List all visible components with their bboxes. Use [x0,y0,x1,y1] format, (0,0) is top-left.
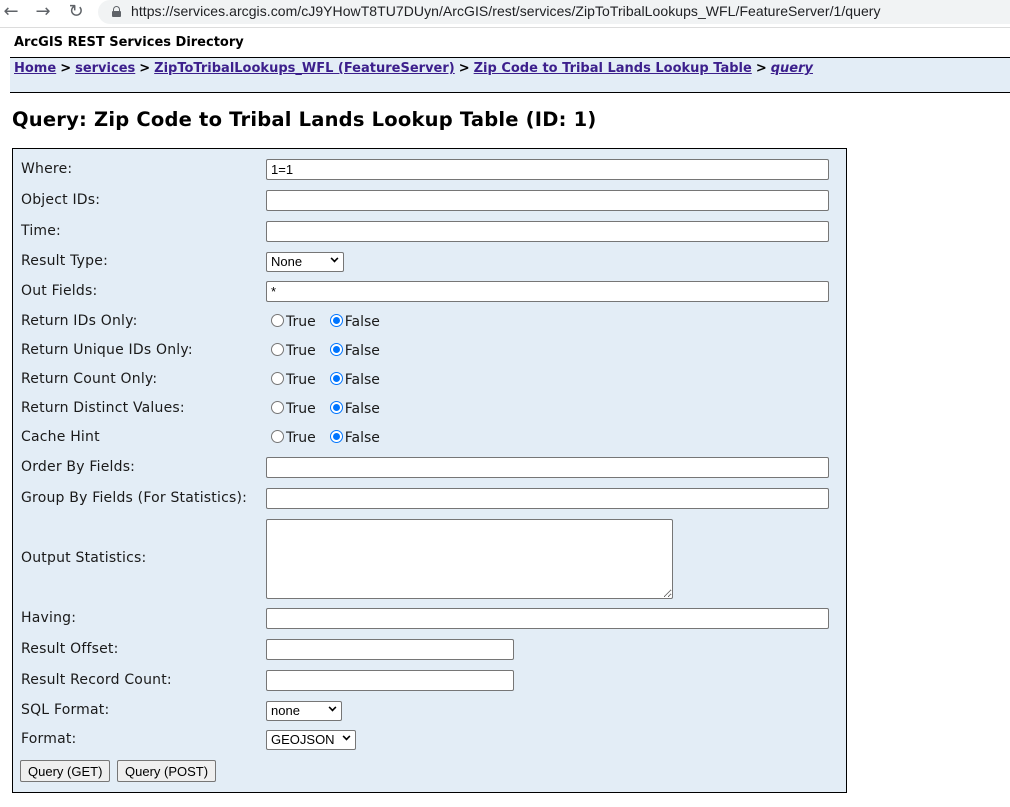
query-post-button[interactable]: Query (POST) [117,760,217,782]
return-ids-only-radio-group: True False [271,314,394,330]
forward-arrow-icon[interactable]: → [32,1,54,23]
breadcrumb-separator: > [755,61,767,76]
return-count-only-false-radio[interactable] [329,372,343,385]
object-ids-input[interactable] [266,190,829,211]
radio-true-label: True [286,343,316,359]
time-input[interactable] [266,221,829,242]
return-ids-only-label: Return IDs Only: [21,313,138,329]
object-ids-label: Object IDs: [21,192,101,208]
browser-toolbar: ← → ↻ https://services.arcgis.com/cJ9YHo… [0,0,1010,28]
out-fields-label: Out Fields: [21,283,98,299]
return-distinct-values-false-radio[interactable] [329,401,343,414]
chevron-down-icon [330,254,339,263]
query-get-button[interactable]: Query (GET) [20,760,111,782]
directory-title: ArcGIS REST Services Directory [14,35,244,50]
return-ids-only-false-radio[interactable] [329,314,343,327]
cache-hint-true-radio[interactable] [271,430,284,443]
group-by-fields-input[interactable] [266,488,829,509]
result-type-label: Result Type: [21,253,108,269]
radio-false-label: False [344,343,380,359]
format-selected: GEOJSON [271,732,335,747]
order-by-fields-label: Order By Fields: [21,459,136,475]
breadcrumb: Home > services > ZipToTribalLookups_WFL (Fe… [14,61,813,76]
lock-icon [112,6,121,17]
output-statistics-label: Output Statistics: [21,550,147,566]
reload-icon[interactable]: ↻ [65,1,87,23]
return-unique-ids-only-false-radio[interactable] [329,343,343,356]
time-label: Time: [21,223,61,239]
output-statistics-textarea[interactable] [266,519,673,599]
return-unique-ids-only-radio-group: True False [271,343,394,359]
cache-hint-radio-group: True False [271,430,394,446]
return-distinct-values-radio-group: True False [271,401,394,417]
having-input[interactable] [266,608,829,629]
result-type-selected: None [271,254,303,269]
order-by-fields-input[interactable] [266,457,829,478]
radio-false-label: False [344,314,380,330]
return-distinct-values-true-radio[interactable] [271,401,284,414]
page-title: Query: Zip Code to Tribal Lands Lookup T… [12,108,597,131]
breadcrumb-layer-link[interactable]: Zip Code to Tribal Lands Lookup Table [474,61,752,76]
return-distinct-values-label: Return Distinct Values: [21,400,185,416]
back-arrow-icon[interactable]: ← [0,1,22,23]
return-ids-only-true-radio[interactable] [271,314,284,327]
having-label: Having: [21,610,77,626]
breadcrumb-services-link[interactable]: services [75,61,135,76]
address-bar[interactable]: https://services.arcgis.com/cJ9YHowT8TU7… [98,0,1010,24]
breadcrumb-query-link[interactable]: query [771,61,813,76]
breadcrumb-featureserver-link[interactable]: ZipToTribalLookups_WFL (FeatureServer) [154,61,455,76]
breadcrumb-separator: > [458,61,470,76]
query-form: Where: Object IDs: Time: Result Type: No… [12,148,847,793]
format-label: Format: [21,731,77,747]
radio-true-label: True [286,401,316,417]
cache-hint-label: Cache Hint [21,429,100,445]
result-record-count-label: Result Record Count: [21,672,172,688]
return-unique-ids-only-label: Return Unique IDs Only: [21,342,193,358]
format-select[interactable]: GEOJSON [266,730,356,750]
result-offset-input[interactable] [266,639,514,660]
radio-false-label: False [344,401,380,417]
cache-hint-false-radio[interactable] [329,430,343,443]
breadcrumb-separator: > [139,61,151,76]
chevron-down-icon [328,703,337,712]
result-offset-label: Result Offset: [21,641,119,657]
radio-false-label: False [344,430,380,446]
radio-true-label: True [286,314,316,330]
out-fields-input[interactable] [266,281,829,302]
return-count-only-true-radio[interactable] [271,372,284,385]
breadcrumb-bar: Home > services > ZipToTribalLookups_WFL (Fe… [10,57,1010,93]
breadcrumb-home-link[interactable]: Home [14,61,56,76]
breadcrumb-separator: > [60,61,72,76]
where-input[interactable] [266,159,829,180]
sql-format-selected: none [271,703,300,718]
radio-false-label: False [344,372,380,388]
result-type-select[interactable]: None [266,252,344,272]
sql-format-label: SQL Format: [21,702,110,718]
chevron-down-icon [342,732,351,741]
where-label: Where: [21,161,73,177]
radio-true-label: True [286,372,316,388]
group-by-fields-label: Group By Fields (For Statistics): [21,490,248,506]
radio-true-label: True [286,430,316,446]
url-text[interactable]: https://services.arcgis.com/cJ9YHowT8TU7… [131,3,881,19]
return-unique-ids-only-true-radio[interactable] [271,343,284,356]
sql-format-select[interactable]: none [266,701,342,721]
result-record-count-input[interactable] [266,670,514,691]
return-count-only-label: Return Count Only: [21,371,158,387]
return-count-only-radio-group: True False [271,372,394,388]
